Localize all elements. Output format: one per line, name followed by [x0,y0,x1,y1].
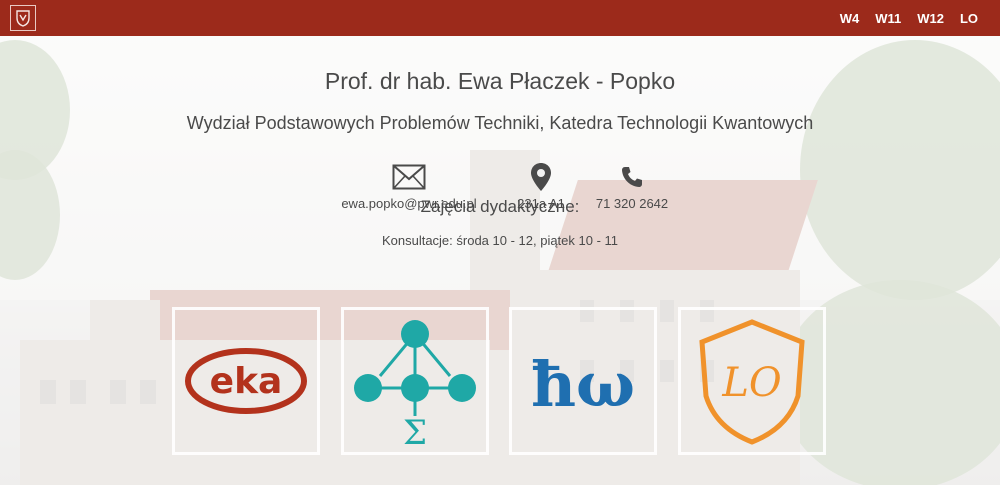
tile-hw[interactable]: ħω [509,307,657,455]
h-omega-text: ħω [531,348,635,421]
sigma-network-logo-icon: Σ [354,320,476,446]
teaching-heading: Zajęcia dydaktyczne: [420,197,580,216]
top-navbar: W4 W11 W12 LO [0,0,1000,36]
phone-icon [584,162,680,192]
nav-link-w11[interactable]: W11 [867,11,909,26]
tile-eka[interactable]: eka [172,307,320,455]
nav-link-w4[interactable]: W4 [832,11,868,26]
sigma-symbol: Σ [403,413,427,446]
nav-link-w12[interactable]: W12 [909,11,952,26]
top-nav-links: W4 W11 W12 LO [832,11,986,26]
envelope-icon [320,162,498,192]
h-omega-logo-icon: ħω [531,348,635,421]
map-pin-icon [500,162,582,192]
tile-sigma[interactable]: Σ [341,307,489,455]
consultation-hours: Konsultacje: środa 10 - 12, piątek 10 - … [381,233,619,248]
university-logo-icon[interactable] [10,5,36,31]
lo-text: LO [721,360,781,406]
eka-logo-icon: eka [185,348,307,414]
tile-lo[interactable]: LO [678,307,826,455]
department-subtitle: Wydział Podstawowych Problemów Techniki,… [186,113,814,133]
page-title: Prof. dr hab. Ewa Płaczek - Popko [324,68,676,94]
lo-shield-logo-icon: LO [699,319,805,445]
nav-link-lo[interactable]: LO [952,11,986,26]
eka-logo-text: eka [210,361,283,402]
